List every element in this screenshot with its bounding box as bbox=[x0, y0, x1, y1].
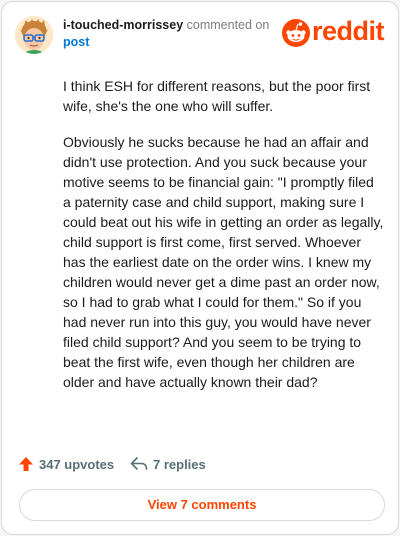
comment-body: I think ESH for different reasons, but t… bbox=[63, 76, 385, 408]
post-link[interactable]: post bbox=[63, 35, 89, 49]
user-avatar[interactable] bbox=[15, 16, 53, 54]
reddit-wordmark: reddit bbox=[312, 16, 385, 46]
avatar-icon bbox=[15, 16, 53, 54]
comment-card: i-touched-morrissey commented on post re… bbox=[1, 1, 399, 535]
upvote-arrow-icon bbox=[19, 457, 33, 471]
comment-header: i-touched-morrissey commented on post bbox=[63, 17, 293, 51]
reddit-logo: reddit bbox=[281, 16, 391, 49]
action-text: commented on bbox=[186, 18, 270, 32]
comment-paragraph: Obviously he sucks because he had an aff… bbox=[63, 134, 384, 390]
reply-count: 7 replies bbox=[153, 456, 206, 472]
reply-arrow-icon bbox=[130, 457, 148, 470]
username[interactable]: i-touched-morrissey bbox=[63, 18, 183, 32]
replies-button[interactable]: 7 replies bbox=[130, 456, 206, 472]
comment-paragraph: I think ESH for different reasons, but t… bbox=[63, 78, 371, 114]
upvote-count: 347 upvotes bbox=[39, 456, 115, 472]
upvote-button[interactable]: 347 upvotes bbox=[18, 456, 114, 472]
view-comments-button[interactable]: View 7 comments bbox=[19, 489, 385, 521]
reddit-snoo-icon bbox=[282, 19, 310, 47]
